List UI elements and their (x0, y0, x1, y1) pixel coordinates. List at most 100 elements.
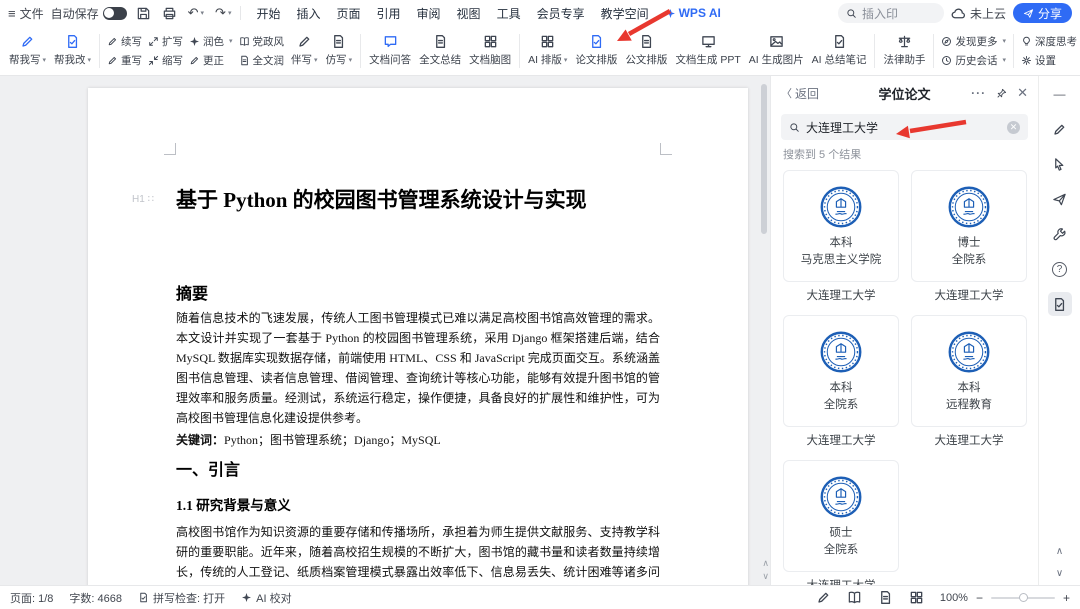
expand-write-button[interactable]: 扩写 (145, 33, 186, 50)
history-chats-button[interactable]: 历史会话 ▾ (938, 52, 1009, 69)
chat-icon (384, 36, 396, 48)
tab-view[interactable]: 视图 (449, 5, 489, 22)
deep-think-button[interactable]: 深度思考 (1018, 33, 1080, 50)
help-icon[interactable]: ? (1048, 257, 1072, 281)
tab-teaching[interactable]: 教学空间 (593, 5, 657, 22)
page-indicator[interactable]: 页面: 1/8 (10, 590, 53, 606)
template-card[interactable]: 博士 全院系 (911, 170, 1027, 282)
tab-home[interactable]: 开始 (248, 5, 288, 22)
ai-layout-button[interactable]: AI 排版 ▾ (524, 28, 571, 74)
tab-reference[interactable]: 引用 (369, 5, 409, 22)
print-button[interactable] (160, 6, 179, 21)
thesis-layout-button[interactable]: 论文排版 (571, 28, 621, 74)
doc-mindmap-button[interactable]: 文档脑图 (465, 28, 515, 74)
page-down-icon[interactable]: ∨ (1056, 568, 1063, 579)
correct-button[interactable]: 更正 (186, 52, 236, 69)
scroll-up-icon[interactable]: ∧ (762, 558, 769, 569)
scroll-down-icon[interactable]: ∨ (762, 571, 769, 582)
zoom-in-button[interactable]: + (1063, 591, 1070, 605)
ai-notes-button[interactable]: AI 总结笔记 (808, 28, 871, 74)
command-search-input[interactable]: 插入印 (837, 3, 944, 23)
tab-page[interactable]: 页面 (329, 5, 369, 22)
pin-icon[interactable] (996, 88, 1007, 99)
full-summary-button[interactable]: 全文总结 (415, 28, 465, 74)
chevron-down-icon: ▾ (348, 56, 353, 64)
ai-image-button[interactable]: AI 生成图片 (745, 28, 808, 74)
clear-search-icon[interactable]: ✕ (1007, 120, 1020, 134)
undo-button[interactable]: ↶ ▾ (186, 5, 206, 21)
print-layout-icon[interactable] (878, 590, 893, 605)
back-button[interactable]: 〈返回 (781, 85, 819, 102)
share-button[interactable]: 分享 (1012, 3, 1072, 23)
select-tool-icon[interactable] (1048, 152, 1072, 176)
party-style-button[interactable]: 党政风 (236, 33, 288, 50)
cloud-status-button[interactable]: 未上云 (951, 5, 1006, 22)
abstract-heading[interactable]: 摘要 (176, 280, 208, 304)
section1-heading[interactable]: 一、引言 (176, 456, 240, 480)
close-icon[interactable]: ✕ (1017, 85, 1028, 101)
polish-button[interactable]: 润色 ▾ (186, 33, 236, 50)
share-tool-icon[interactable] (1048, 187, 1072, 211)
doc-icon (435, 35, 445, 48)
spellcheck-status[interactable]: 拼写检查: 打开 (138, 590, 225, 606)
chevron-down-icon: ▾ (314, 56, 318, 64)
official-layout-button[interactable]: 公文排版 (621, 28, 671, 74)
official-layout-label: 公文排版 (625, 54, 668, 66)
template-card[interactable]: 本科 远程教育 (911, 315, 1027, 427)
document-title[interactable]: 基于 Python 的校园图书管理系统设计与实现 (176, 180, 606, 220)
ai-proofread-button[interactable]: AI 校对 (241, 590, 292, 606)
university-seal-logo (948, 331, 990, 372)
tab-insert[interactable]: 插入 (288, 5, 328, 22)
shorten-write-button[interactable]: 缩写 (145, 52, 186, 69)
edit-pen-icon[interactable] (1048, 117, 1072, 141)
heading-level-marker[interactable]: H1 ∷ (132, 194, 154, 205)
read-mode-icon[interactable] (847, 590, 862, 605)
pen-icon (190, 56, 199, 64)
file-menu-button[interactable]: ≡ 文件 (8, 5, 44, 22)
page-up-icon[interactable]: ∧ (1056, 546, 1063, 557)
zoom-slider[interactable] (990, 592, 1055, 602)
document-canvas[interactable]: H1 ∷ 基于 Python 的校园图书管理系统设计与实现 摘要 随着信息技术的… (0, 76, 770, 585)
autosave-toggle[interactable]: 自动保存 (51, 5, 127, 22)
ink-tool-icon[interactable] (816, 590, 831, 605)
document-page[interactable]: H1 ∷ 基于 Python 的校园图书管理系统设计与实现 摘要 随着信息技术的… (88, 88, 748, 585)
collapse-icon[interactable]: — (1048, 82, 1072, 106)
abstract-block[interactable]: 随着信息技术的飞速发展，传统人工图书管理模式已难以满足高校图书馆高效管理的需求。… (176, 308, 660, 450)
help-write-button[interactable]: 帮我写 ▾ (5, 28, 50, 74)
fulltext-polish-button[interactable]: 全文润 (236, 52, 288, 69)
template-card[interactable]: 硕士 全院系 (783, 460, 899, 572)
zoom-out-button[interactable]: − (976, 591, 983, 605)
tab-member[interactable]: 会员专享 (529, 5, 593, 22)
tab-review[interactable]: 审阅 (409, 5, 449, 22)
companion-write-button[interactable]: 伴写 ▾ (287, 28, 322, 74)
template-search-input[interactable]: 大连理工大学 ✕ (781, 114, 1028, 140)
thesis-panel-icon[interactable] (1047, 292, 1072, 316)
doc-to-ppt-button[interactable]: 文档生成 PPT (671, 28, 744, 74)
search-query-text: 大连理工大学 (806, 120, 879, 135)
redo-button[interactable]: ↷ ▾ (213, 5, 233, 21)
discover-more-button[interactable]: 发现更多 ▾ (938, 33, 1009, 50)
template-card[interactable]: 本科 马克思主义学院 (783, 170, 899, 282)
web-layout-icon[interactable] (909, 590, 924, 605)
toolbox-icon[interactable] (1048, 222, 1072, 246)
save-button[interactable] (134, 6, 153, 21)
department-label: 远程教育 (946, 398, 992, 411)
section11-heading[interactable]: 1.1 研究背景与意义 (176, 494, 291, 514)
template-card[interactable]: 本科 全院系 (783, 315, 899, 427)
legal-helper-button[interactable]: 法律助手 (879, 28, 929, 74)
section11-paragraph[interactable]: 高校图书馆作为知识资源的重要存储和传播场所，承担着为师生提供文献服务、支持教学科… (176, 522, 660, 585)
university-seal-logo (820, 476, 862, 517)
tab-wps-ai[interactable]: WPS AI (657, 6, 729, 20)
help-edit-button[interactable]: 帮我改 ▾ (50, 28, 95, 74)
doc-qa-button[interactable]: 文档问答 (365, 28, 415, 74)
tab-tools[interactable]: 工具 (489, 5, 529, 22)
divider (519, 33, 521, 68)
zoom-slider-thumb[interactable] (1018, 592, 1028, 602)
settings-button[interactable]: 设置 (1018, 52, 1080, 69)
continue-write-button[interactable]: 续写 (104, 33, 145, 50)
rewrite-button[interactable]: 重写 (104, 52, 145, 69)
more-options-icon[interactable]: ··· (971, 86, 986, 100)
document-scrollbar[interactable] (761, 84, 767, 234)
imitate-write-button[interactable]: 仿写 ▾ (322, 28, 357, 74)
word-count[interactable]: 字数: 4668 (69, 590, 122, 606)
